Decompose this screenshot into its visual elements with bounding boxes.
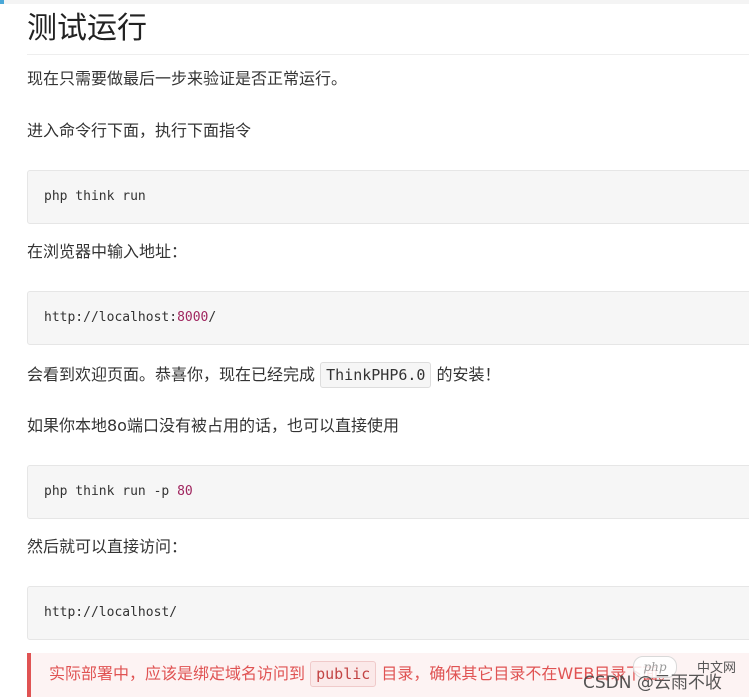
code-block-url: http://localhost/ xyxy=(27,586,749,640)
title-divider xyxy=(27,54,749,55)
code-command: php think run xyxy=(44,484,154,499)
paragraph-browser-address: 在浏览器中输入地址： xyxy=(27,242,188,261)
code-block-url-8000: http://localhost:8000/ xyxy=(27,291,749,345)
code-block-run: php think run xyxy=(27,170,749,224)
inline-code-thinkphp: ThinkPHP6.0 xyxy=(320,362,432,388)
top-bar-accent xyxy=(0,0,4,4)
code-flag: -p xyxy=(153,484,178,499)
code-port-number: 8000 xyxy=(177,310,209,325)
paragraph-access: 然后就可以直接访问： xyxy=(27,537,188,556)
watermark-csdn-label: CSDN @云雨不收 xyxy=(583,673,722,693)
code-url-suffix: / xyxy=(208,310,217,325)
code-url-prefix: http://localhost: xyxy=(44,310,178,325)
top-bar xyxy=(0,0,749,4)
code-text: http://localhost/ xyxy=(44,605,178,620)
inline-code-public: public xyxy=(310,661,377,687)
paragraph-welcome: 会看到欢迎页面。恭喜你，现在已经完成 ThinkPHP6.0 的安装！ xyxy=(27,362,501,388)
warning-text-before: 实际部署中，应该是绑定域名访问到 xyxy=(49,664,306,683)
paragraph-verify: 现在只需要做最后一步来验证是否正常运行。 xyxy=(27,69,348,88)
welcome-text-after: 的安装！ xyxy=(436,365,501,384)
code-text: php think run xyxy=(44,189,146,204)
welcome-text-before: 会看到欢迎页面。恭喜你，现在已经完成 xyxy=(27,365,316,384)
code-port-number: 80 xyxy=(177,484,193,499)
code-block-run-port: php think run -p 80 xyxy=(27,465,749,519)
paragraph-command-line: 进入命令行下面，执行下面指令 xyxy=(27,121,252,140)
watermark: php 中文网 CSDN @云雨不收 xyxy=(583,655,749,697)
paragraph-port-80: 如果你本地8o端口没有被占用的话，也可以直接使用 xyxy=(27,416,399,435)
page-title: 测试运行 xyxy=(27,11,147,46)
warning-text: 实际部署中，应该是绑定域名访问到 public 目录，确保其它目录不在WEB目录… xyxy=(49,661,674,687)
